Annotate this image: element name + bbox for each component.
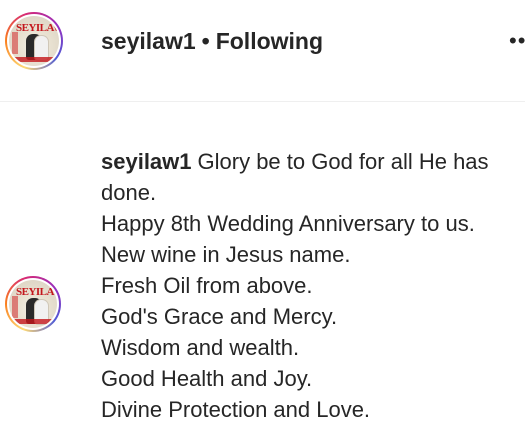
header-text: seyilaw1 • Following: [101, 27, 323, 55]
caption-line: New wine in Jesus name.: [101, 242, 351, 267]
caption-avatar[interactable]: SEYILAW: [5, 276, 61, 332]
username-link[interactable]: seyilaw1: [101, 28, 196, 54]
avatar-image: SEYILAW: [9, 280, 57, 328]
avatar-border: SEYILAW: [7, 14, 61, 68]
divider: [0, 101, 525, 102]
caption-username-link[interactable]: seyilaw1: [101, 149, 192, 174]
avatar-decoration: [12, 32, 18, 54]
following-button[interactable]: Following: [216, 28, 323, 54]
more-horizontal-icon[interactable]: ••: [509, 30, 525, 52]
caption-line: Divine Protection and Love.: [101, 397, 371, 422]
avatar-decoration: [9, 319, 57, 324]
avatar-magazine-title: SEYILAW: [16, 22, 59, 34]
avatar-border: SEYILAW: [7, 278, 59, 330]
avatar-image: SEYILAW: [9, 16, 59, 66]
separator-dot: •: [201, 28, 210, 54]
caption-line: done.: [101, 180, 157, 205]
caption-line: Fresh Oil from above.: [101, 273, 313, 298]
caption-line: Good Health and Joy.: [101, 366, 313, 391]
avatar-decoration: [9, 57, 59, 62]
caption-line: Wisdom and wealth.: [101, 335, 300, 360]
caption-line: Happy 8th Wedding Anniversary to us.: [101, 211, 475, 236]
caption-line: God's Grace and Mercy.: [101, 304, 338, 329]
avatar-magazine-title: SEYILAW: [16, 286, 57, 298]
post-caption: seyilaw1 Glory be to God for all He has d…: [101, 146, 525, 425]
profile-avatar[interactable]: SEYILAW: [5, 12, 63, 70]
caption-text: Glory be to God for all He has: [197, 149, 489, 174]
caption-first-line: seyilaw1 Glory be to God for all He has: [101, 146, 525, 177]
avatar-decoration: [12, 296, 18, 318]
post-header: SEYILAW seyilaw1 • Following ••: [0, 0, 525, 100]
